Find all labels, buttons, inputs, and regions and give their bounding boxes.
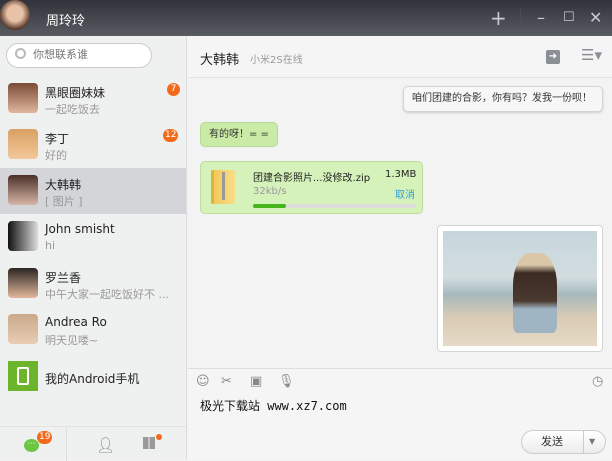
image-message[interactable] xyxy=(437,225,603,352)
contact-last-message: 好的 xyxy=(45,149,67,162)
message-incoming: 有的呀！= = xyxy=(200,122,278,147)
search-field[interactable] xyxy=(6,43,152,68)
send-button-group: 发送 ▼ xyxy=(521,430,606,454)
message-text: 有的呀！= = xyxy=(209,129,269,140)
contact-item[interactable]: John smisht hi xyxy=(0,214,186,260)
contact-item[interactable]: 李丁 好的 12 xyxy=(0,122,186,168)
progress-fill xyxy=(253,204,286,208)
contact-name: John smisht xyxy=(45,222,115,236)
cancel-link[interactable]: 取消 xyxy=(395,186,415,201)
contact-item[interactable]: 罗兰香 中午大家一起吃饭好不 ... xyxy=(0,261,186,307)
avatar xyxy=(8,268,38,298)
title-bar: 周玲玲 + – ☐ ✕ xyxy=(0,0,612,36)
contact-last-message: 一起吃饭去 xyxy=(45,103,100,116)
contact-name: Andrea Ro xyxy=(45,315,107,329)
contact-last-message: 明天见喽~ xyxy=(45,334,99,347)
phone-icon xyxy=(8,361,38,391)
microphone-icon[interactable]: 🎙︎ xyxy=(278,374,295,389)
transfer-speed: 32kb/s xyxy=(253,186,287,197)
contact-last-message: [ 图片 ] xyxy=(45,195,83,208)
contacts-tab-icon[interactable]: 👤︎ xyxy=(96,436,115,454)
image-icon[interactable]: ▣ xyxy=(250,374,262,389)
avatar xyxy=(8,175,38,205)
contact-item-device[interactable]: 我的Android手机 xyxy=(0,354,186,400)
divider xyxy=(583,431,584,453)
contact-item[interactable]: Andrea Ro 明天见喽~ xyxy=(0,307,186,353)
screenshot-scissors-icon[interactable]: ✂ xyxy=(221,374,232,389)
bottom-nav: ··· 19 👤︎ xyxy=(0,426,186,461)
contact-name: 大韩韩 xyxy=(45,178,82,192)
apps-tab-icon[interactable] xyxy=(143,437,155,449)
contact-name: 李丁 xyxy=(45,132,70,146)
avatar xyxy=(8,83,38,113)
contact-name: 黑眼圈妹妹 xyxy=(45,86,106,100)
search-input[interactable] xyxy=(33,48,143,61)
chat-header: 大韩韩 小米2S在线 ➜ ☰▾ xyxy=(188,36,612,78)
notification-dot xyxy=(156,434,162,440)
contact-item[interactable]: 黑眼圈妹妹 一起吃饭去 7 xyxy=(0,76,186,122)
progress-bar xyxy=(253,204,416,208)
beach-photo xyxy=(443,231,597,346)
chat-unread-badge: 19 xyxy=(37,431,53,444)
unread-badge: 12 xyxy=(163,129,179,142)
contact-last-message: 中午大家一起吃饭好不 ... xyxy=(45,288,169,301)
chat-tab-icon[interactable]: ··· xyxy=(24,439,39,452)
contact-item-selected[interactable]: 大韩韩 [ 图片 ] xyxy=(0,168,186,214)
divider xyxy=(520,8,521,28)
contact-name: 我的Android手机 xyxy=(45,372,140,386)
unread-badge: 7 xyxy=(167,83,180,96)
menu-icon[interactable]: ☰▾ xyxy=(581,46,602,64)
file-name: 团建合影照片...没修改.zip xyxy=(253,173,371,184)
add-icon[interactable]: + xyxy=(490,8,507,28)
message-outgoing: 咱们团建的合影，你有吗？发我一份呗！ xyxy=(403,86,603,112)
contact-panel: 黑眼圈妹妹 一起吃饭去 7 李丁 好的 12 大韩韩 [ 图片 ] John s… xyxy=(0,36,187,461)
contact-last-message: hi xyxy=(45,239,56,252)
send-file-icon[interactable]: ➜ xyxy=(546,50,560,64)
send-button[interactable]: 发送 xyxy=(522,431,582,453)
avatar xyxy=(8,314,38,344)
composer: ☺ ✂ ▣ 🎙︎ ◷ 极光下载站 www.xz7.com 发送 ▼ xyxy=(188,368,612,460)
zip-file-icon xyxy=(211,170,235,204)
file-size: 1.3MB xyxy=(385,169,417,180)
chat-contact-status: 小米2S在线 xyxy=(250,55,303,66)
close-icon[interactable]: ✕ xyxy=(589,8,602,28)
contact-name: 罗兰香 xyxy=(45,271,82,285)
minimize-icon[interactable]: – xyxy=(537,8,545,28)
maximize-icon[interactable]: ☐ xyxy=(563,8,575,28)
history-clock-icon[interactable]: ◷ xyxy=(592,374,603,389)
emoji-icon[interactable]: ☺ xyxy=(196,374,210,389)
my-avatar[interactable] xyxy=(0,0,30,30)
avatar xyxy=(8,129,38,159)
file-transfer: 团建合影照片...没修改.zip 1.3MB 32kb/s 取消 xyxy=(200,161,423,214)
message-input[interactable]: 极光下载站 www.xz7.com xyxy=(200,397,347,414)
my-name: 周玲玲 xyxy=(46,14,86,29)
message-text: 咱们团建的合影，你有吗？发我一份呗！ xyxy=(412,93,592,104)
avatar xyxy=(8,221,38,251)
send-options-dropdown-icon[interactable]: ▼ xyxy=(589,431,595,453)
divider xyxy=(66,427,67,461)
search-icon xyxy=(15,48,26,59)
chat-contact-name: 大韩韩 xyxy=(200,53,240,68)
